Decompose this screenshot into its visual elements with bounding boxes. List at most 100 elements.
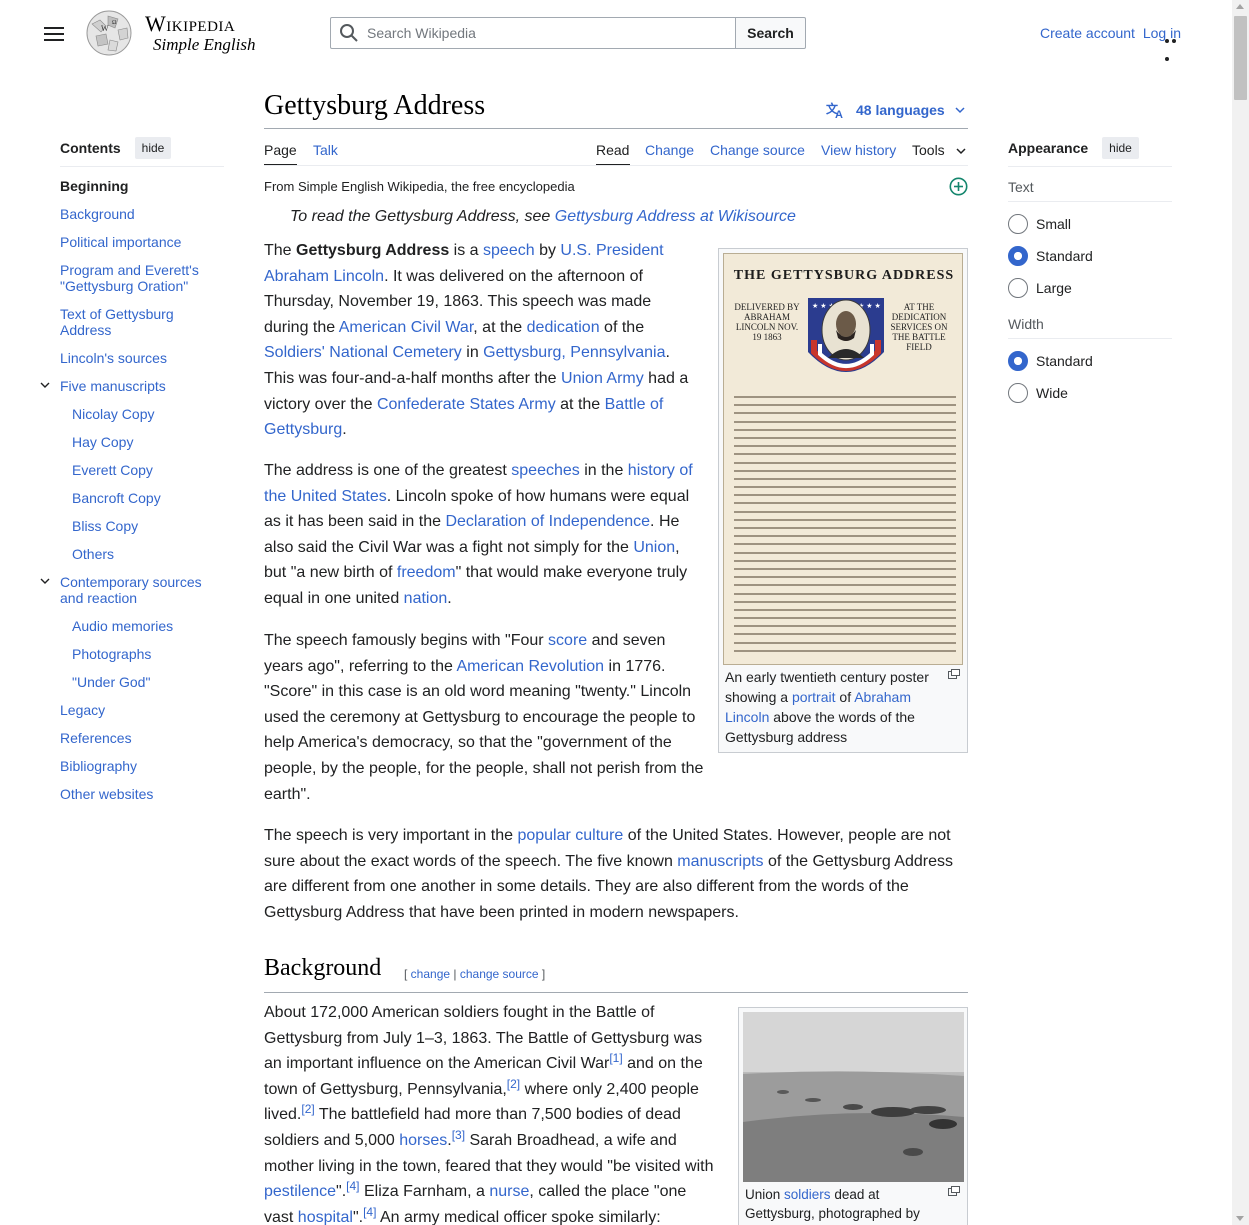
link-gettysburg-pennsylvania[interactable]: Gettysburg, Pennsylvania [483,344,665,361]
toc-subitem[interactable]: Hay Copy [60,434,224,450]
link-pestilence[interactable]: pestilence [264,1183,336,1200]
toc-item[interactable]: Background [60,206,224,222]
toc-item[interactable]: Legacy [60,702,224,718]
toc-item[interactable]: Bibliography [60,758,224,774]
lincoln-portrait: ★ ★ ★ ★ ★ ★ [808,298,884,372]
link-soldiers-national-cemetery[interactable]: Soldiers' National Cemetery [264,344,462,361]
link-nation[interactable]: nation [404,590,448,607]
chevron-down-icon[interactable] [956,146,966,156]
ref-4b[interactable]: [4] [363,1205,376,1219]
link-declaration-of-independence[interactable]: Declaration of Independence [445,513,650,530]
search-button[interactable]: Search [736,17,806,49]
tools-menu[interactable]: Tools [912,142,945,158]
add-circle-icon[interactable] [949,177,968,196]
link-manuscripts[interactable]: manuscripts [677,853,763,870]
appearance-hide-button[interactable]: hide [1102,137,1139,159]
toc-subitem[interactable]: Everett Copy [60,462,224,478]
toc-item-label: Contemporary sources and reaction [60,574,202,606]
chevron-down-icon[interactable] [40,380,50,390]
toc-subitem[interactable]: Photographs [60,646,224,662]
toc-subitem[interactable]: Nicolay Copy [60,406,224,422]
toc-item[interactable]: Beginning [60,178,224,194]
language-button[interactable]: 文 A 48 languages [826,101,975,119]
toc-item[interactable]: Program and Everett's "Gettysburg Oratio… [60,262,224,294]
language-count: 48 languages [856,102,945,118]
toc-list: Beginning Background Political importanc… [40,178,224,814]
battlefield-photo-image[interactable] [743,1012,964,1182]
link-hospital[interactable]: hospital [298,1209,353,1225]
link-soldiers[interactable]: soldiers [784,1187,831,1202]
toc-item[interactable]: Other websites [60,786,224,802]
link-american-civil-war[interactable]: American Civil War [339,319,474,336]
link-freedom[interactable]: freedom [397,564,456,581]
search-form: Search [330,17,806,49]
section-change-source-link[interactable]: change source [460,967,539,981]
link-speech[interactable]: speech [483,242,535,259]
toc-item[interactable]: Lincoln's sources [60,350,224,366]
scroll-up-arrow-icon[interactable] [1236,4,1244,9]
tab-view-history[interactable]: View history [821,142,896,158]
section-change-link[interactable]: change [411,967,450,981]
appearance-panel: Appearance hide [1008,136,1172,160]
toc-subitem[interactable]: Others [60,546,224,562]
section-heading-background: Background [264,955,382,981]
link-us-president[interactable]: U.S. President [560,242,663,259]
tab-talk[interactable]: Talk [313,142,338,158]
link-dedication[interactable]: dedication [527,319,600,336]
chevron-down-icon[interactable] [40,576,50,586]
link-speeches[interactable]: speeches [511,462,580,479]
toc-item[interactable]: References [60,730,224,746]
link-horses[interactable]: horses [399,1132,447,1149]
text-size-large-radio[interactable]: Large [1008,278,1072,298]
create-account-link[interactable]: Create account [1040,25,1135,41]
page-scrollbar[interactable] [1232,0,1249,1225]
enlarge-icon[interactable] [948,669,960,679]
scrollbar-thumb[interactable] [1234,16,1247,100]
link-american-revolution[interactable]: American Revolution [456,658,604,675]
search-box[interactable] [330,17,736,49]
chevron-down-icon [955,107,965,114]
text-size-standard-radio[interactable]: Standard [1008,246,1093,266]
wikisource-link[interactable]: Gettysburg Address at Wikisource [555,208,796,225]
toc-item[interactable]: Text of Gettysburg Address [60,306,224,338]
toc-subitem[interactable]: "Under God" [60,674,224,690]
link-history-of-us[interactable]: history of the United States [264,462,693,505]
tab-change[interactable]: Change [645,142,694,158]
ref-1[interactable]: [1] [609,1051,622,1065]
toc-item[interactable]: Political importance [60,234,224,250]
ref-3[interactable]: [3] [452,1128,465,1142]
link-popular-culture[interactable]: popular culture [517,827,623,844]
ref-4[interactable]: [4] [346,1179,359,1193]
section-edit-links: [ change | change source ] [404,967,546,981]
link-abraham-lincoln[interactable]: Abraham Lincoln [264,268,384,285]
ref-2b[interactable]: [2] [301,1102,314,1116]
text-size-small-radio[interactable]: Small [1008,214,1071,234]
enlarge-icon[interactable] [948,1186,960,1196]
scroll-down-arrow-icon[interactable] [1236,1216,1244,1221]
gettysburg-poster-image[interactable]: THE GETTYSBURG ADDRESS DELIVERED BY ABRA… [723,253,963,665]
toc-item-five-manuscripts[interactable]: Five manuscripts [40,378,224,394]
tab-page[interactable]: Page [264,142,297,158]
main-menu-icon[interactable] [44,24,64,42]
link-confederate-states-army[interactable]: Confederate States Army [377,396,556,413]
link-union[interactable]: Union [633,539,675,556]
tab-read[interactable]: Read [596,142,629,158]
toc-item-contemporary-sources[interactable]: Contemporary sources and reaction [40,574,224,606]
ref-2[interactable]: [2] [507,1077,520,1091]
toc-subitem[interactable]: Bliss Copy [60,518,224,534]
battlefield-photo [743,1012,964,1182]
link-portrait[interactable]: portrait [792,689,836,705]
toc-hide-button[interactable]: hide [134,137,172,159]
tab-change-source[interactable]: Change source [710,142,805,158]
link-nurse[interactable]: nurse [489,1183,529,1200]
width-wide-radio[interactable]: Wide [1008,383,1068,403]
wikipedia-globe-logo[interactable]: W Ω [84,10,134,56]
width-standard-radio[interactable]: Standard [1008,351,1093,371]
link-score[interactable]: score [548,632,587,649]
wordmark[interactable]: Wikipedia Simple English [145,11,255,55]
search-input[interactable] [367,25,717,41]
link-union-army[interactable]: Union Army [561,370,644,387]
toc-subitem[interactable]: Bancroft Copy [60,490,224,506]
toc-subitem[interactable]: Audio memories [60,618,224,634]
more-options-icon[interactable] [1165,30,1185,61]
